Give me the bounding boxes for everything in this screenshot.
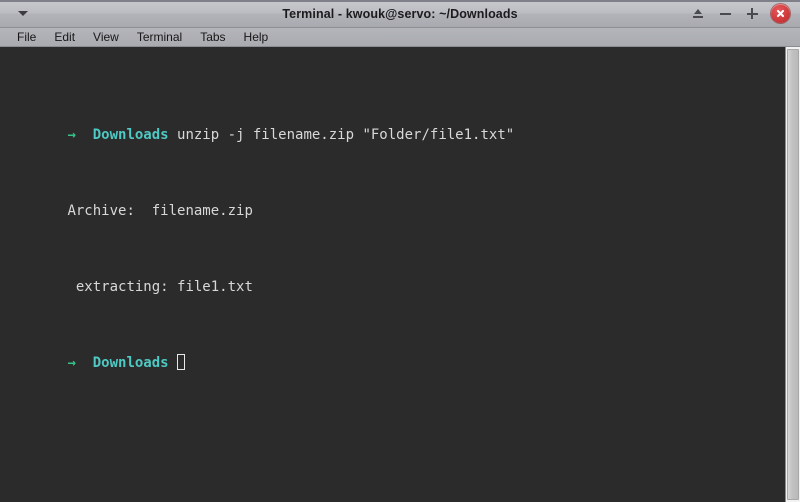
- terminal-line: → Downloads unzip -j filename.zip "Folde…: [0, 107, 785, 143]
- minimize-icon: [719, 12, 731, 15]
- menu-bar: File Edit View Terminal Tabs Help: [0, 28, 800, 47]
- eject-icon: [693, 8, 704, 19]
- terminal-output-text: extracting: file1.txt: [67, 279, 253, 295]
- prompt-directory: Downloads: [92, 127, 169, 143]
- terminal-area: → Downloads unzip -j filename.zip "Folde…: [0, 47, 800, 502]
- menu-item-tabs[interactable]: Tabs: [191, 29, 234, 46]
- close-button[interactable]: [771, 4, 790, 23]
- terminal-window: Terminal - kwouk@servo: ~/Downloads File…: [0, 0, 800, 502]
- terminal-scrollbar[interactable]: [785, 47, 800, 502]
- scrollbar-thumb[interactable]: [787, 49, 799, 500]
- menu-item-help[interactable]: Help: [235, 29, 278, 46]
- menu-item-view[interactable]: View: [84, 29, 128, 46]
- terminal-output-text: Archive: filename.zip: [67, 203, 253, 219]
- menu-item-file[interactable]: File: [8, 29, 45, 46]
- plus-icon: [746, 8, 758, 19]
- title-bar: Terminal - kwouk@servo: ~/Downloads: [0, 0, 800, 28]
- terminal-output[interactable]: → Downloads unzip -j filename.zip "Folde…: [0, 47, 785, 502]
- close-icon: [776, 9, 785, 18]
- menu-item-terminal[interactable]: Terminal: [128, 29, 191, 46]
- prompt-directory: Downloads: [92, 355, 169, 371]
- terminal-cursor: [177, 354, 186, 370]
- terminal-line: → Downloads: [0, 335, 785, 371]
- shade-button[interactable]: [690, 6, 706, 22]
- terminal-command: unzip -j filename.zip "Folder/file1.txt": [168, 127, 515, 143]
- prompt-arrow-icon: →: [67, 127, 76, 143]
- window-menu-button[interactable]: [0, 11, 46, 16]
- prompt-spacer: [169, 355, 177, 371]
- prompt-arrow-icon: →: [67, 355, 76, 371]
- terminal-line: Archive: filename.zip: [0, 183, 785, 219]
- chevron-down-icon[interactable]: [18, 11, 28, 16]
- maximize-button[interactable]: [744, 6, 760, 22]
- window-title: Terminal - kwouk@servo: ~/Downloads: [282, 6, 518, 21]
- window-controls: [690, 4, 800, 23]
- menu-item-edit[interactable]: Edit: [45, 29, 84, 46]
- terminal-line: extracting: file1.txt: [0, 259, 785, 295]
- minimize-button[interactable]: [717, 6, 733, 22]
